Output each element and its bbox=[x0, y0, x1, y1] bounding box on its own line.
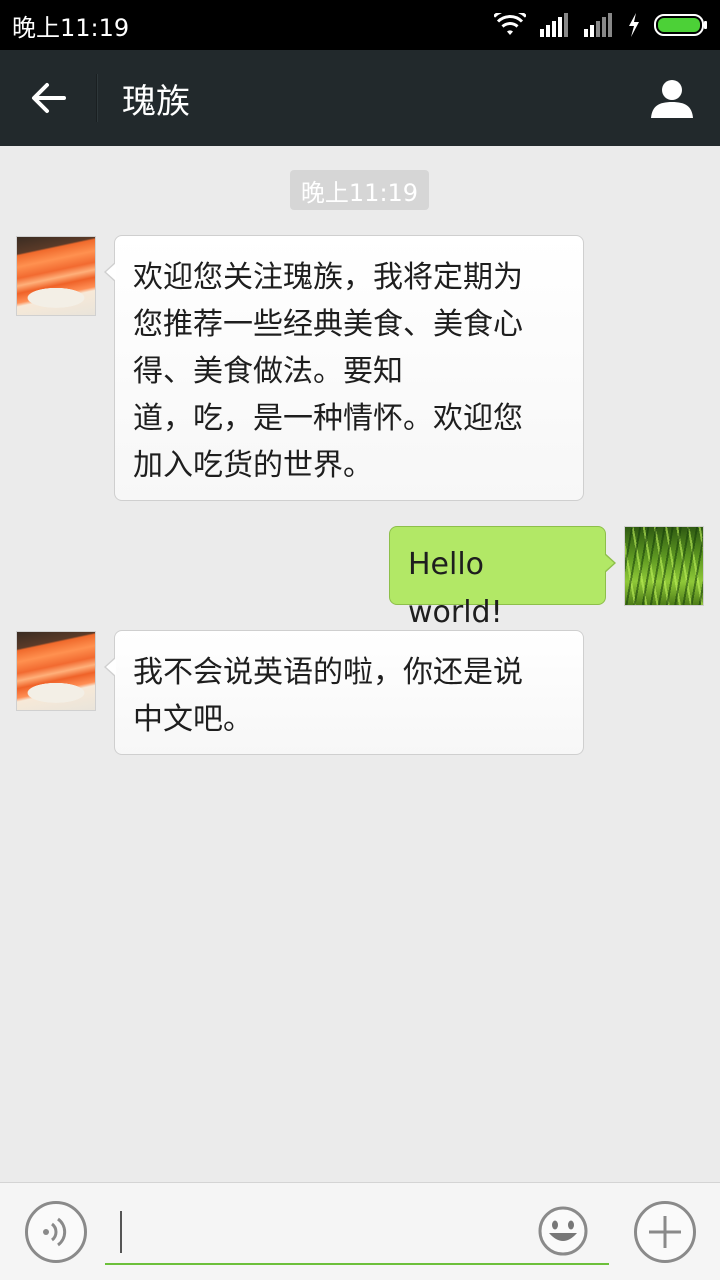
voice-button[interactable] bbox=[25, 1201, 87, 1263]
my-avatar[interactable] bbox=[624, 526, 704, 606]
wifi-icon bbox=[494, 13, 526, 35]
smiley-icon bbox=[538, 1206, 588, 1256]
emoji-button[interactable] bbox=[537, 1205, 589, 1257]
message-input[interactable] bbox=[105, 1197, 609, 1265]
sender-avatar[interactable] bbox=[16, 631, 96, 711]
message-timestamp: 晚上11:19 bbox=[290, 170, 429, 210]
profile-button[interactable] bbox=[624, 50, 720, 146]
status-time: 晚上11:19 bbox=[12, 13, 130, 42]
voice-icon bbox=[43, 1217, 67, 1247]
message-text: 欢迎您关注瑰族，我将定期为 您推荐一些经典美食、美食心 得、美食做法。要知 道，… bbox=[133, 260, 523, 483]
person-icon bbox=[651, 80, 693, 118]
plus-icon bbox=[649, 1216, 681, 1248]
back-button[interactable] bbox=[0, 50, 96, 146]
signal-icon bbox=[584, 13, 612, 37]
outgoing-message-bubble[interactable]: Hello world! bbox=[389, 526, 616, 630]
charging-icon bbox=[629, 13, 639, 37]
status-bar: 晚上11:19 bbox=[0, 0, 720, 50]
chat-title: 瑰族 bbox=[122, 81, 190, 122]
battery-icon bbox=[654, 14, 707, 36]
title-divider bbox=[96, 74, 98, 122]
arrow-left-icon bbox=[32, 83, 66, 113]
message-text: 我不会说英语的啦，你还是说 中文吧。 bbox=[133, 655, 523, 737]
more-button[interactable] bbox=[634, 1201, 696, 1263]
message-text: Hello world! bbox=[408, 547, 503, 630]
input-bar bbox=[0, 1182, 720, 1280]
text-caret bbox=[120, 1211, 122, 1253]
incoming-message-bubble[interactable]: 欢迎您关注瑰族，我将定期为 您推荐一些经典美食、美食心 得、美食做法。要知 道，… bbox=[104, 235, 584, 501]
signal-icon bbox=[540, 13, 568, 37]
incoming-message-bubble[interactable]: 我不会说英语的啦，你还是说 中文吧。 bbox=[104, 630, 584, 755]
chat-area[interactable]: 晚上11:19 欢迎您关注瑰族，我将定期为 您推荐一些经典美食、美食心 得、美食… bbox=[0, 146, 720, 1182]
status-icons bbox=[494, 13, 708, 37]
sender-avatar[interactable] bbox=[16, 236, 96, 316]
title-bar: 瑰族 bbox=[0, 50, 720, 146]
